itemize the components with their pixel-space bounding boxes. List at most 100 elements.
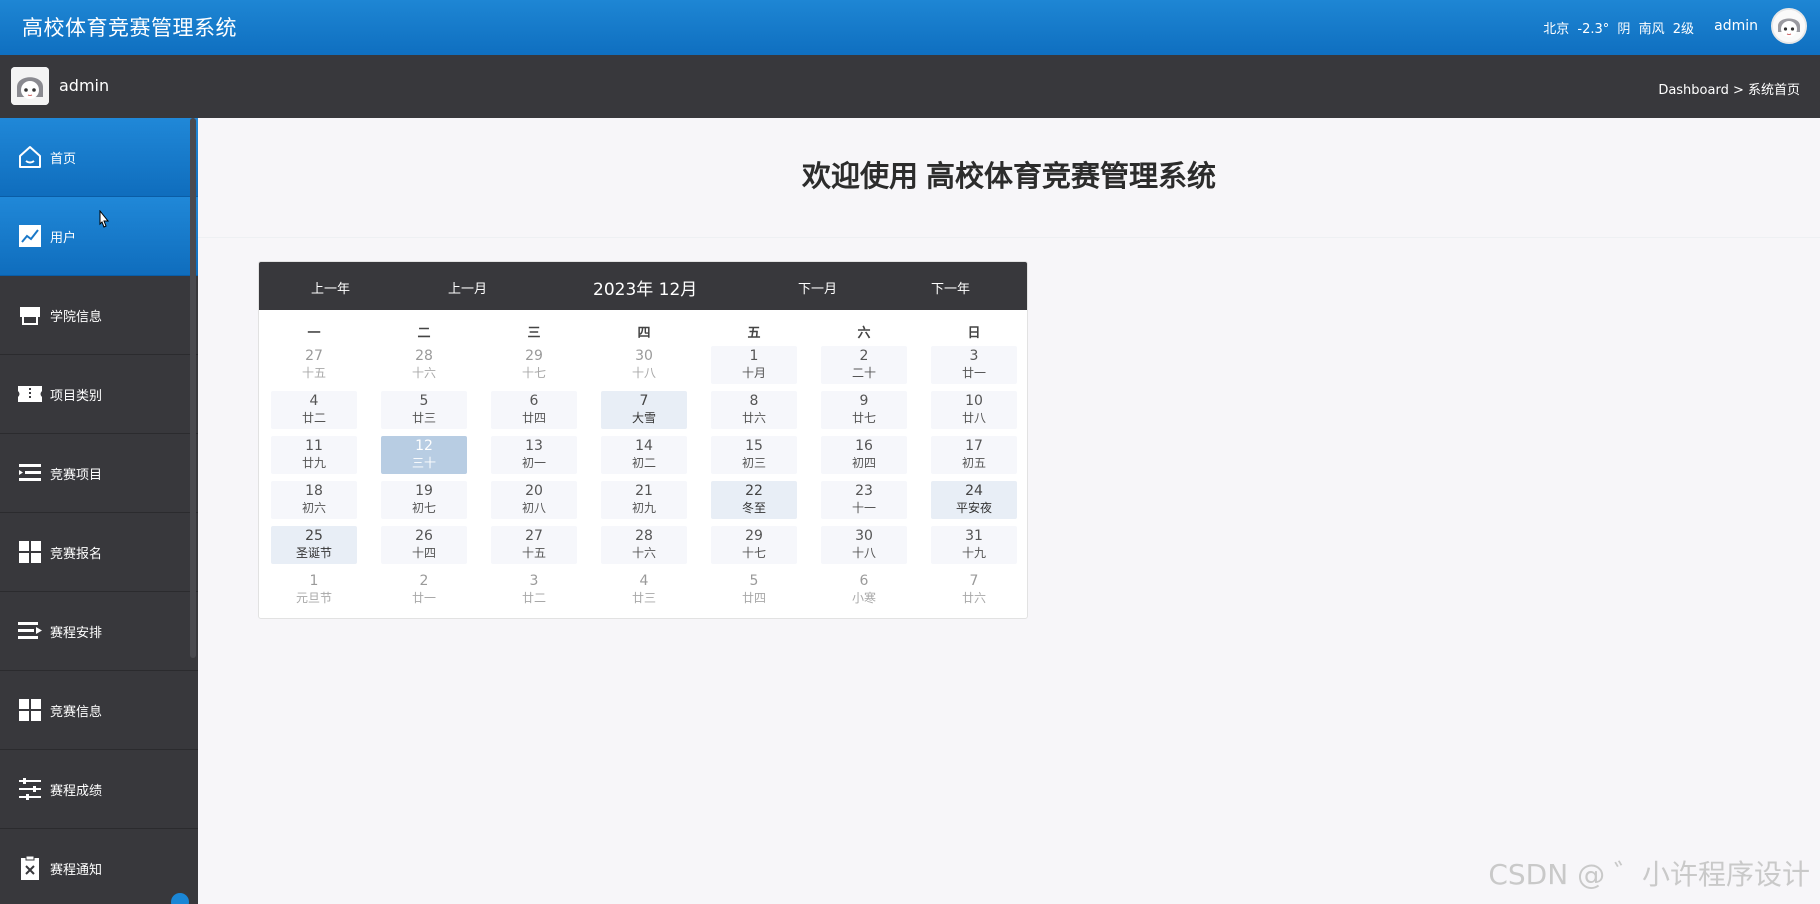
ticket-icon	[16, 380, 44, 408]
day-number: 17	[965, 438, 983, 454]
weekday-label: 四	[637, 326, 651, 341]
day-number: 14	[635, 438, 653, 454]
calendar-day[interactable]: 29 十七	[711, 526, 797, 564]
weather-city: 北京	[1543, 22, 1570, 37]
calendar-day[interactable]: 20 初八	[491, 481, 577, 519]
calendar-day[interactable]: 31 十九	[931, 526, 1017, 564]
sidebar-item-notice[interactable]: 赛程通知	[0, 829, 198, 904]
sliders-icon	[16, 775, 44, 803]
lunar-date: 廿六	[961, 591, 986, 605]
calendar-day[interactable]: 5 廿四	[711, 571, 797, 609]
calendar-day[interactable]: 23 十一	[821, 481, 907, 519]
mouse-cursor-icon	[99, 210, 110, 228]
next-year-button[interactable]: 下一年	[931, 278, 970, 297]
sidebar-item-registration[interactable]: 竞赛报名	[0, 513, 198, 592]
lunar-date: 十六	[411, 366, 436, 380]
welcome-prefix: 欢迎使用	[801, 159, 918, 193]
day-number: 6	[529, 393, 539, 409]
calendar-day[interactable]: 18 初六	[271, 481, 357, 519]
calendar-day[interactable]: 3 廿一	[931, 346, 1017, 384]
prev-month-button[interactable]: 上一月	[448, 278, 487, 297]
calendar-day[interactable]: 17 初五	[931, 436, 1017, 474]
calendar-day[interactable]: 29 十七	[491, 346, 577, 384]
calendar-day[interactable]: 10 廿八	[931, 391, 1017, 429]
calendar-day[interactable]: 6 廿四	[491, 391, 577, 429]
prev-year-button[interactable]: 上一年	[311, 278, 350, 297]
calendar-day[interactable]: 2 廿一	[381, 571, 467, 609]
float-button[interactable]	[171, 893, 189, 904]
lunar-date: 廿三	[411, 411, 436, 425]
lunar-date: 廿四	[741, 591, 766, 605]
lunar-date: 十五	[301, 366, 326, 380]
user-avatar[interactable]	[11, 67, 49, 105]
sidebar-item-events[interactable]: 竞赛项目	[0, 434, 198, 513]
calendar-day[interactable]: 8 廿六	[711, 391, 797, 429]
calendar-day[interactable]: 26 十四	[381, 526, 467, 564]
calendar-day[interactable]: 7 廿六	[931, 571, 1017, 609]
day-number: 7	[969, 573, 979, 589]
lunar-date: 初六	[301, 501, 326, 515]
calendar-day[interactable]: 15 初三	[711, 436, 797, 474]
sidebar-item-home[interactable]: 首页	[0, 118, 198, 197]
sidebar-item-category[interactable]: 项目类别	[0, 355, 198, 434]
calendar-day[interactable]: 1 元旦节	[271, 571, 357, 609]
calendar-day[interactable]: 11 廿九	[271, 436, 357, 474]
calendar-day[interactable]: 30 十八	[601, 346, 687, 384]
calendar-day[interactable]: 14 初二	[601, 436, 687, 474]
lunar-date: 小寒	[851, 591, 876, 605]
calendar-day[interactable]: 13 初一	[491, 436, 577, 474]
sidebar-item-label: 学院信息	[50, 309, 103, 325]
sidebar-item-results[interactable]: 赛程成绩	[0, 750, 198, 829]
lunar-date: 圣诞节	[295, 546, 332, 560]
calendar-day[interactable]: 22 冬至	[711, 481, 797, 519]
calendar-day[interactable]: 21 初九	[601, 481, 687, 519]
calendar-day[interactable]: 30 十八	[821, 526, 907, 564]
calendar-day[interactable]: 12 三十	[381, 436, 467, 474]
sidebar-item-college[interactable]: 学院信息	[0, 276, 198, 355]
weekday-label: 二	[417, 326, 431, 341]
header-avatar[interactable]	[1771, 8, 1807, 44]
weekday-label: 三	[527, 326, 541, 341]
lunar-date: 初八	[521, 501, 546, 515]
sidebar-item-schedule[interactable]: 赛程安排	[0, 592, 198, 671]
day-number: 4	[309, 393, 319, 409]
lunar-date: 初三	[741, 456, 766, 470]
lunar-date: 十八	[851, 546, 876, 560]
calendar-day[interactable]: 27 十五	[491, 526, 577, 564]
sidebar-item-label: 赛程安排	[50, 625, 103, 641]
lunar-date: 廿一	[411, 591, 436, 605]
lunar-date: 三十	[411, 456, 436, 470]
calendar-day[interactable]: 4 廿三	[601, 571, 687, 609]
day-number: 1	[749, 348, 759, 364]
calendar-day[interactable]: 9 廿七	[821, 391, 907, 429]
app-title: 高校体育竞赛管理系统	[22, 16, 237, 40]
lunar-date: 初七	[411, 501, 436, 515]
day-number: 10	[965, 393, 983, 409]
calendar-day[interactable]: 5 廿三	[381, 391, 467, 429]
calendar-day[interactable]: 27 十五	[271, 346, 357, 384]
sidebar-scrollbar[interactable]	[190, 118, 196, 658]
sidebar-item-label: 竞赛信息	[50, 704, 103, 720]
calendar-day[interactable]: 19 初七	[381, 481, 467, 519]
calendar-day[interactable]: 28 十六	[601, 526, 687, 564]
sidebar-item-competition-info[interactable]: 竞赛信息	[0, 671, 198, 750]
sidebar-username: admin	[59, 76, 110, 95]
calendar-day[interactable]: 6 小寒	[821, 571, 907, 609]
calendar-day[interactable]: 7 大雪	[601, 391, 687, 429]
calendar-day[interactable]: 1 十月	[711, 346, 797, 384]
calendar-day[interactable]: 25 圣诞节	[271, 526, 357, 564]
calendar-day[interactable]: 28 十六	[381, 346, 467, 384]
breadcrumb[interactable]: Dashboard > 系统首页	[1658, 79, 1800, 98]
header-username[interactable]: admin	[1714, 18, 1758, 34]
calendar-day[interactable]: 24 平安夜	[931, 481, 1017, 519]
calendar-day[interactable]: 16 初四	[821, 436, 907, 474]
next-month-button[interactable]: 下一月	[798, 278, 837, 297]
sidebar-item-users[interactable]: 用户	[0, 197, 198, 276]
calendar-day[interactable]: 4 廿二	[271, 391, 357, 429]
sidebar-item-label: 用户	[50, 230, 77, 246]
day-number: 11	[305, 438, 323, 454]
calendar-day[interactable]: 2 二十	[821, 346, 907, 384]
chart-line-icon	[16, 222, 44, 250]
weekday-label: 一	[307, 326, 321, 341]
calendar-day[interactable]: 3 廿二	[491, 571, 577, 609]
